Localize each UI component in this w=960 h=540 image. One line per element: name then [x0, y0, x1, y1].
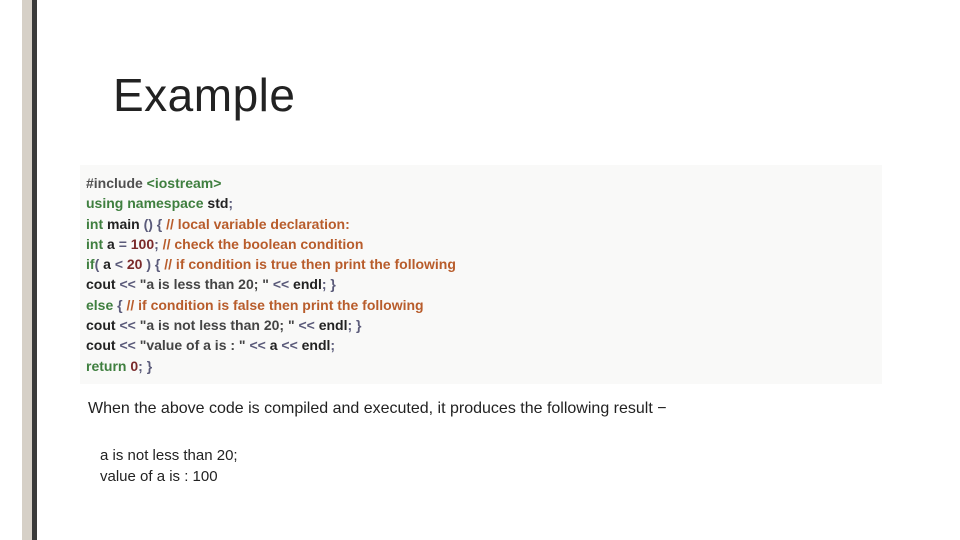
- output-line: value of a is : 100: [100, 466, 238, 487]
- code-line: cout << "value of a is : " << a << endl;: [86, 335, 876, 355]
- code-line: int main () { // local variable declarat…: [86, 214, 876, 234]
- code-line: cout << "a is not less than 20; " << end…: [86, 315, 876, 335]
- code-line: using namespace std;: [86, 193, 876, 213]
- output-line: a is not less than 20;: [100, 445, 238, 466]
- output-block: a is not less than 20; value of a is : 1…: [100, 445, 238, 487]
- slide-title: Example: [113, 68, 295, 122]
- code-line: cout << "a is less than 20; " << endl; }: [86, 274, 876, 294]
- code-line: #include <iostream>: [86, 173, 876, 193]
- result-intro-text: When the above code is compiled and exec…: [88, 400, 667, 418]
- code-block: #include <iostream> using namespace std;…: [80, 165, 882, 384]
- code-line: return 0; }: [86, 356, 876, 376]
- left-stripe-dark: [32, 0, 37, 540]
- code-line: if( a < 20 ) { // if condition is true t…: [86, 254, 876, 274]
- left-stripe-light: [22, 0, 32, 540]
- code-line: else { // if condition is false then pri…: [86, 295, 876, 315]
- code-line: int a = 100; // check the boolean condit…: [86, 234, 876, 254]
- slide: Example #include <iostream> using namesp…: [0, 0, 960, 540]
